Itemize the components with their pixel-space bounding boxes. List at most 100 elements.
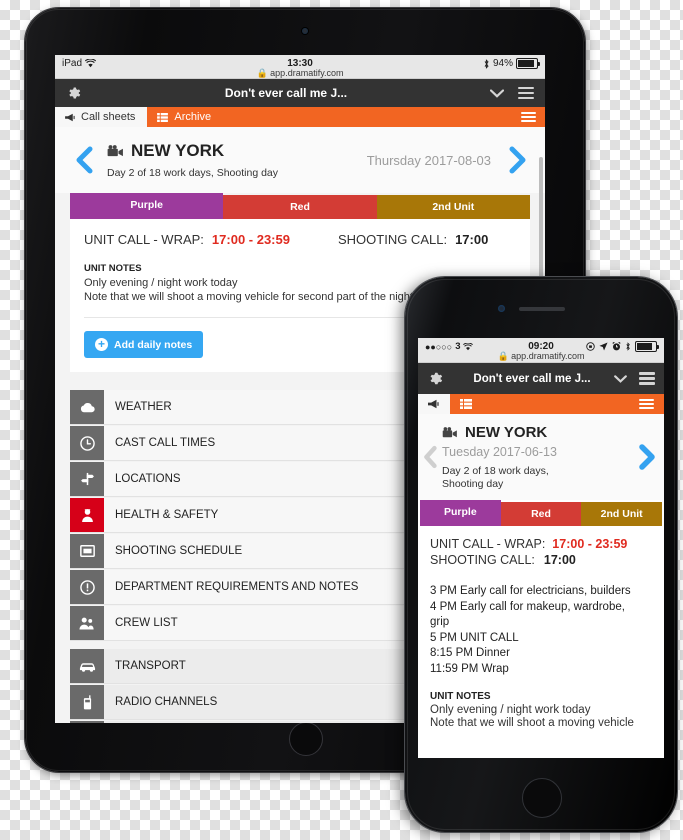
section-row-label: SHOOTING SCHEDULE	[115, 545, 243, 557]
megaphone-icon	[70, 721, 104, 723]
phone-unit-notes: UNIT NOTES Only evening / night work tod…	[430, 691, 652, 729]
unit-tab-purple-label: Purple	[130, 199, 163, 211]
tablet-shooting-call-label: SHOOTING CALL:	[337, 232, 448, 247]
tab-archive[interactable]: Archive	[147, 107, 225, 127]
unit-tab-red[interactable]: Red	[223, 195, 377, 219]
phone-device: ●●○○○ 3 09:20 🔒 app.dramatify.com Don't …	[405, 277, 677, 832]
location-arrow-icon	[599, 342, 608, 351]
rotation-lock-icon	[586, 342, 595, 351]
bluetooth-icon	[483, 58, 490, 69]
phone-unit-tab-red[interactable]: Red	[500, 502, 582, 526]
phone-home-button[interactable]	[522, 778, 562, 818]
tablet-url-text: app.dramatify.com	[270, 68, 344, 78]
tab-call-sheets[interactable]: Call sheets	[55, 107, 148, 127]
film-camera-icon	[442, 426, 458, 439]
unit-tab-purple[interactable]: Purple	[70, 193, 224, 219]
tablet-unit-notes-heading: UNIT NOTES	[84, 263, 142, 274]
tablet-app-header: Don't ever call me J...	[55, 79, 545, 107]
hamburger-menu-icon[interactable]	[518, 86, 534, 100]
hamburger-menu-icon[interactable]	[639, 372, 655, 385]
tablet-url-bar[interactable]: 🔒 app.dramatify.com	[55, 68, 545, 79]
schedule-line: 11:59 PM Wrap	[430, 662, 509, 675]
prev-day-button[interactable]	[69, 146, 107, 174]
section-row-label: WEATHER	[115, 401, 172, 413]
signpost-icon	[70, 462, 104, 496]
grid-list-icon	[157, 112, 169, 122]
lock-icon: 🔒	[256, 68, 268, 78]
phone-unit-tab-purple[interactable]: Purple	[420, 500, 501, 526]
phone-earpiece-speaker	[519, 307, 565, 311]
chevron-down-icon[interactable]	[614, 374, 627, 383]
hamburger-menu-icon	[521, 111, 536, 123]
tablet-call-times-row: UNIT CALL - WRAP: 17:00 - 23:59 SHOOTING…	[84, 232, 516, 247]
phone-unit-tabs: Purple Red 2nd Unit	[420, 500, 663, 526]
phone-production-title-row: NEW YORK	[442, 424, 638, 441]
section-row-label: TRANSPORT	[115, 660, 186, 672]
gear-icon[interactable]	[66, 85, 82, 101]
schedule-line: grip	[430, 616, 450, 629]
tablet-unit-tabs-wrap: Purple Red 2nd Unit	[55, 193, 545, 219]
phone-unit-call-label: UNIT CALL - WRAP:	[430, 537, 546, 551]
phone-unit-tab-purple-label: Purple	[443, 506, 477, 518]
alarm-clock-icon	[612, 342, 621, 351]
phone-shooting-call-value: 17:00	[543, 553, 576, 567]
phone-ios-status-bar: ●●○○○ 3 09:20 🔒 app.dramatify.com	[418, 338, 664, 363]
bluetooth-icon	[625, 342, 631, 351]
clock-icon	[70, 426, 104, 460]
phone-unit-call-value: 17:00 - 23:59	[552, 537, 628, 551]
phone-unit-tab-red-label: Red	[531, 508, 551, 520]
car-icon	[70, 649, 104, 683]
section-row-label: RADIO CHANNELS	[115, 696, 218, 708]
phone-schedule-list: 3 PM Early call for electricians, builde…	[430, 584, 652, 677]
tablet-production-title-row: NEW YORK	[107, 141, 367, 161]
cloud-icon	[70, 390, 104, 424]
phone-url-bar[interactable]: 🔒 app.dramatify.com	[418, 351, 664, 362]
schedule-line: 3 PM Early call for electricians, builde…	[430, 585, 631, 597]
phone-prev-day-button[interactable]	[422, 444, 438, 470]
schedule-line: 8:15 PM Dinner	[430, 647, 510, 660]
tab-archive-label: Archive	[174, 111, 212, 123]
tablet-day-date: Thursday 2017-08-03	[366, 152, 491, 168]
tablet-tab-bar: Call sheets Archive	[55, 107, 545, 127]
phone-day-nav: NEW YORK Tuesday 2017-06-13 Day 2 of 18 …	[418, 414, 664, 500]
gear-icon[interactable]	[427, 370, 444, 387]
phone-unit-notes-line1: Only evening / night work today	[430, 704, 591, 717]
section-row-label: DEPARTMENT REQUIREMENTS AND NOTES	[115, 581, 359, 593]
section-row-label: CAST CALL TIMES	[115, 437, 216, 449]
tablet-unit-tabs: Purple Red 2nd Unit	[70, 193, 530, 219]
section-row-label: REHEARSAL OR OTHER ACTIVITIES (NOT SHOOT…	[104, 721, 451, 723]
phone-tab-bar	[418, 394, 664, 414]
add-daily-notes-button[interactable]: + Add daily notes	[84, 331, 204, 358]
unit-tab-2nd[interactable]: 2nd Unit	[376, 195, 530, 219]
hamburger-menu-icon	[639, 398, 654, 410]
lock-icon: 🔒	[497, 351, 509, 361]
chevron-down-icon[interactable]	[490, 88, 504, 98]
phone-tab-bar-menu-button[interactable]	[639, 394, 664, 414]
section-row-label: LOCATIONS	[115, 473, 181, 485]
megaphone-icon	[65, 113, 76, 122]
tab-bar-menu-button[interactable]	[521, 107, 545, 127]
next-day-button[interactable]	[509, 146, 527, 174]
tablet-home-button[interactable]	[289, 722, 323, 756]
phone-tab-archive[interactable]	[450, 394, 482, 414]
tablet-unit-call-value: 17:00 - 23:59	[211, 232, 290, 247]
phone-header-title: Don't ever call me J...	[473, 372, 591, 385]
tablet-ios-status-bar: iPad 13:30 94% 🔒 app.dramatify.com	[55, 55, 545, 79]
phone-day-date: Tuesday 2017-06-13	[442, 445, 557, 459]
phone-day-subtitle-line1: Day 2 of 18 work days,	[442, 465, 549, 477]
phone-next-day-button[interactable]	[638, 443, 656, 471]
phone-unit-tab-2nd[interactable]: 2nd Unit	[581, 502, 663, 526]
phone-url-text: app.dramatify.com	[511, 351, 585, 361]
phone-app-header: Don't ever call me J...	[418, 363, 664, 394]
tablet-unit-call-label: UNIT CALL - WRAP:	[84, 232, 204, 247]
phone-call-block: UNIT CALL - WRAP: 17:00 - 23:59 SHOOTING…	[418, 526, 664, 730]
safety-person-icon	[70, 498, 104, 532]
schedule-line: 5 PM UNIT CALL	[430, 631, 519, 644]
phone-front-camera	[498, 305, 505, 312]
walkie-talkie-icon	[70, 685, 104, 719]
phone-unit-notes-heading: UNIT NOTES	[430, 691, 491, 703]
add-daily-notes-label: Add daily notes	[114, 338, 193, 351]
phone-tab-call-sheets[interactable]	[418, 394, 450, 414]
tablet-front-camera	[302, 28, 308, 34]
unit-tab-2nd-label: 2nd Unit	[432, 201, 475, 213]
